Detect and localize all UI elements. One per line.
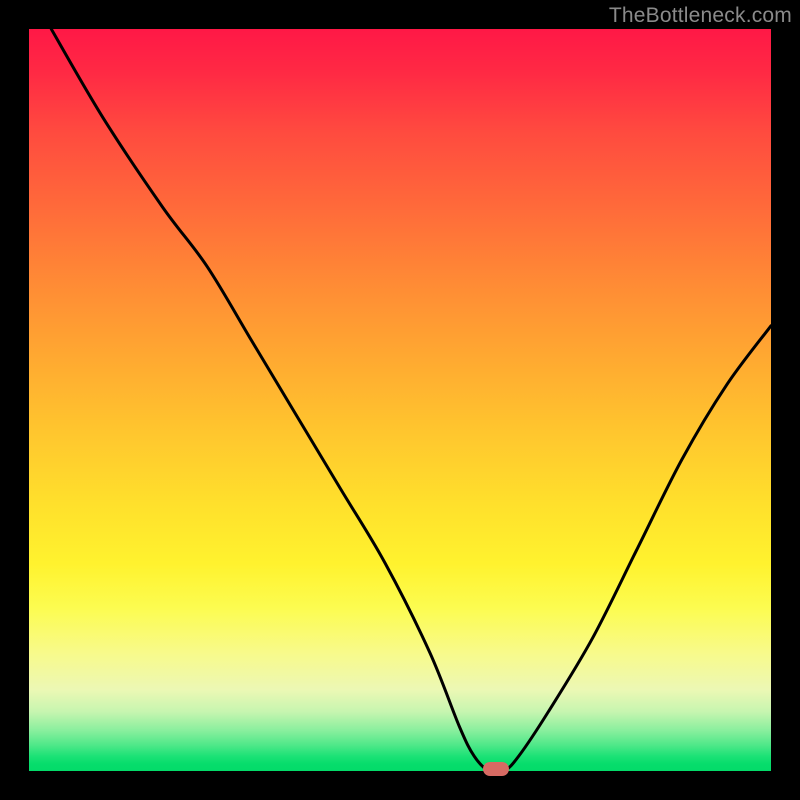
bottleneck-curve (29, 29, 771, 771)
watermark-text: TheBottleneck.com (609, 4, 792, 28)
chart-frame: TheBottleneck.com (0, 0, 800, 800)
optimal-marker (483, 762, 509, 776)
plot-area (29, 29, 771, 771)
